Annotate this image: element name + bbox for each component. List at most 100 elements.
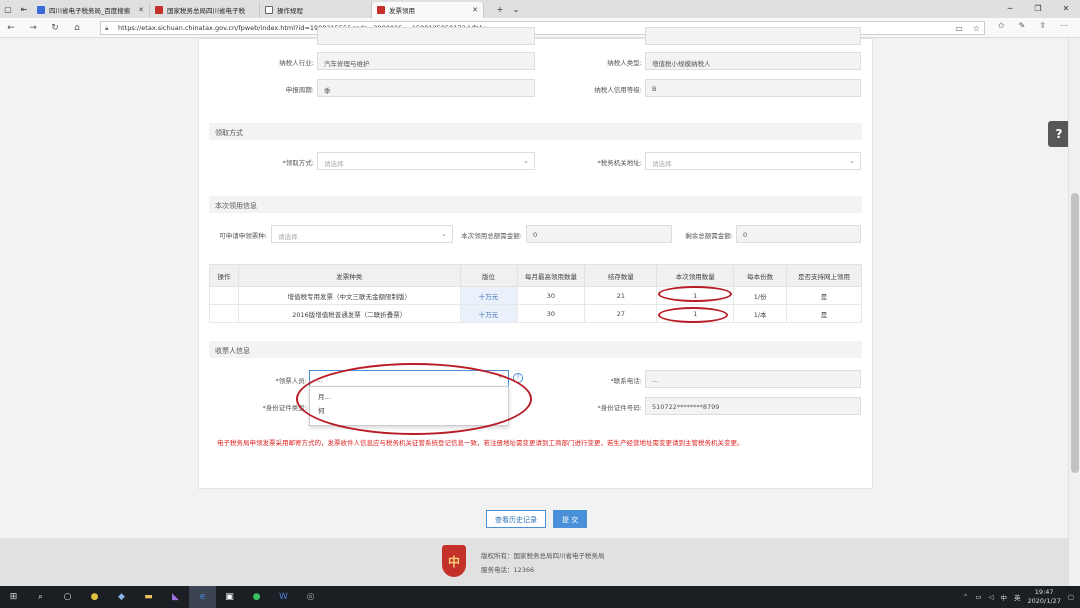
- close-tab-icon[interactable]: ✕: [132, 6, 144, 14]
- set-aside-tabs-icon[interactable]: ▢: [0, 0, 16, 18]
- tab-label: 四川省电子税务局_百度搜索: [49, 7, 131, 15]
- word-icon[interactable]: W: [270, 586, 297, 608]
- section-claim-info: 本次领用信息: [209, 196, 862, 213]
- minimize-icon[interactable]: ─: [996, 0, 1024, 16]
- invoice-type-label: 可申请申领票种:: [219, 232, 267, 240]
- reading-view-icon[interactable]: ▭: [955, 24, 963, 33]
- browser-toolbar: ✩ ✎ ⇪ ⋯: [998, 21, 1068, 30]
- notes-icon[interactable]: ✎: [1019, 21, 1026, 30]
- help-button[interactable]: ?: [1048, 121, 1070, 147]
- search-icon[interactable]: ⌕: [27, 586, 54, 608]
- address-bar-row: ← → ↻ ⌂ 🔒︎ https://etax.sichuan.chinatax…: [0, 18, 1080, 38]
- new-tab-icon[interactable]: +: [492, 0, 508, 18]
- taxpayer-type-label: 纳税人类型:: [607, 59, 642, 67]
- show-tabs-icon[interactable]: ⇤: [16, 0, 32, 18]
- col-operation: 操作: [209, 264, 239, 287]
- chevron-down-icon: ⌄: [849, 157, 855, 165]
- favorites-hub-icon[interactable]: ✩: [998, 21, 1005, 30]
- row-operation[interactable]: [209, 304, 239, 323]
- app-icon[interactable]: ◆: [108, 586, 135, 608]
- favorite-star-icon[interactable]: ☆: [973, 24, 980, 33]
- period-field: 季: [317, 79, 535, 97]
- window-controls: ─ ❐ ✕: [996, 0, 1080, 16]
- row-version: 十万元: [459, 304, 518, 323]
- tab-list-chevron-icon[interactable]: ⌄: [508, 0, 524, 18]
- close-window-icon[interactable]: ✕: [1052, 0, 1080, 16]
- tray-chevron-icon[interactable]: ⌃: [963, 593, 968, 601]
- footer-copyright: 版权所有：国家税务总局四川省电子税务局: [481, 552, 605, 560]
- phone-label: *联系电话:: [610, 377, 642, 385]
- app-icon[interactable]: ●: [81, 586, 108, 608]
- row-stock: 27: [584, 304, 658, 323]
- remaining-amount-field: 0: [736, 225, 861, 243]
- phone-field: …: [645, 370, 861, 388]
- tax-office-label: *税务机关地址:: [597, 159, 642, 167]
- network-icon[interactable]: ▭: [975, 593, 981, 601]
- receive-method-select[interactable]: 请选择 ⌄: [317, 152, 535, 170]
- app-icon[interactable]: ◎: [297, 586, 324, 608]
- more-icon[interactable]: ⋯: [1060, 21, 1068, 30]
- tray-ime[interactable]: 英: [1014, 592, 1021, 602]
- edge-browser-icon[interactable]: e: [189, 586, 216, 608]
- table-header-row: 操作 发票种类 版位 每月最高领用数量 结存数量 本次领用数量 每本份数 是否支…: [209, 264, 862, 287]
- back-icon[interactable]: ←: [0, 18, 22, 38]
- clock-date: 2020/1/27: [1027, 597, 1061, 605]
- tab-invoice-claim[interactable]: 发票领用 ✕: [372, 2, 484, 18]
- home-icon[interactable]: ⌂: [66, 18, 88, 38]
- period-label: 申报周期:: [285, 86, 314, 94]
- table-row: 2016版增值税普通发票（二联折叠票） 十万元 30 27 1 1/本 是: [209, 304, 862, 323]
- col-online: 是否支持网上领用: [786, 264, 862, 287]
- clock[interactable]: 19:47 2020/1/27: [1028, 588, 1061, 606]
- notification-icon[interactable]: ▢: [1068, 593, 1074, 601]
- col-per-book: 每本份数: [733, 264, 788, 287]
- industry-field: 汽车修理与维护: [317, 52, 535, 70]
- tax-office-select[interactable]: 请选择 ⌄: [645, 152, 861, 170]
- scrollbar-thumb[interactable]: [1071, 193, 1079, 473]
- forward-icon[interactable]: →: [22, 18, 44, 38]
- row-invoice-kind: 增值税专用发票（中文三联无金额限制版）: [237, 286, 461, 305]
- col-monthly-max: 每月最高领用数量: [516, 264, 586, 287]
- col-stock: 结存数量: [584, 264, 658, 287]
- share-icon[interactable]: ⇪: [1039, 21, 1046, 30]
- history-button[interactable]: 查看历史记录: [486, 510, 546, 528]
- row-per-book: 1/本: [733, 304, 788, 323]
- submit-button[interactable]: 提 交: [553, 510, 588, 528]
- row-per-book: 1/份: [733, 286, 788, 305]
- windows-start-icon[interactable]: ⊞: [0, 586, 27, 608]
- mailing-notice: 电子税务局申领发票采用邮寄方式的，发票收件人信息应与税务机关征管系统登记信息一致…: [217, 439, 744, 447]
- tab-label: 国家税务总局四川省电子税: [167, 7, 245, 15]
- receiver-person-label: *领票人员:: [275, 377, 307, 385]
- select-placeholder: 请选择: [652, 160, 672, 168]
- tab-sichuan-etax[interactable]: 国家税务总局四川省电子税: [150, 2, 260, 18]
- row-version: 十万元: [459, 286, 518, 305]
- close-tab-icon[interactable]: ✕: [466, 6, 478, 14]
- credit-level-field: B: [645, 79, 861, 97]
- browser-tab-bar: ▢ ⇤ 四川省电子税务局_百度搜索 ✕ 国家税务总局四川省电子税 操作规程 发票…: [0, 0, 1080, 18]
- select-placeholder: 请选择: [324, 160, 344, 168]
- refresh-icon[interactable]: ↻: [44, 18, 66, 38]
- file-explorer-icon[interactable]: ▬: [135, 586, 162, 608]
- store-icon[interactable]: ▣: [216, 586, 243, 608]
- volume-icon[interactable]: ◁: [989, 593, 994, 601]
- tax-favicon-icon: [155, 6, 163, 14]
- row-invoice-kind: 2016版增值税普通发票（二联折叠票）: [237, 304, 461, 323]
- col-version: 版位: [459, 264, 518, 287]
- id-type-label: *身份证件类型:: [262, 404, 307, 412]
- col-claim-qty: 本次领用数量: [656, 264, 735, 287]
- table-row: 增值税专用发票（中文三联无金额限制版） 十万元 30 21 1 1/份 是: [209, 286, 862, 305]
- row-online: 是: [786, 286, 862, 305]
- tab-operating-rules[interactable]: 操作规程: [260, 2, 372, 18]
- cut-off-field: [317, 27, 535, 45]
- tray-lang[interactable]: 中: [1001, 592, 1008, 602]
- section-receiver-info: 收票人信息: [209, 341, 862, 358]
- tab-label: 发票领用: [389, 7, 415, 15]
- wechat-icon[interactable]: ●: [243, 586, 270, 608]
- row-online: 是: [786, 304, 862, 323]
- row-operation[interactable]: [209, 286, 239, 305]
- visual-studio-icon[interactable]: ◣: [162, 586, 189, 608]
- page-scrollbar[interactable]: [1068, 38, 1080, 586]
- restore-icon[interactable]: ❐: [1024, 0, 1052, 16]
- task-view-icon[interactable]: ○: [54, 586, 81, 608]
- tab-baidu-search[interactable]: 四川省电子税务局_百度搜索 ✕: [32, 2, 150, 18]
- system-tray: ⌃ ▭ ◁ 中 英 19:47 2020/1/27 ▢: [963, 586, 1074, 608]
